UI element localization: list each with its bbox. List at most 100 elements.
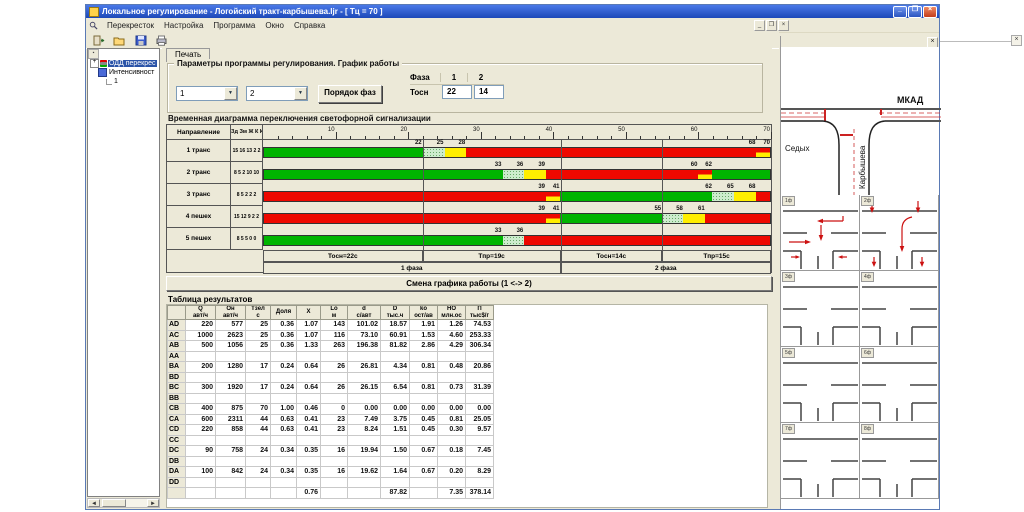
- ruler-tick-major: [626, 132, 627, 139]
- phase-order-button[interactable]: Порядок фаз: [318, 85, 382, 103]
- cell: [297, 477, 321, 488]
- cell: 1920: [216, 383, 246, 394]
- intersection-scheme: [781, 423, 860, 499]
- tosn-phase1-field[interactable]: 22: [442, 85, 472, 99]
- cell: 4.60: [438, 330, 466, 341]
- cell: 378.14: [466, 488, 494, 499]
- tosn-phase2-field[interactable]: 14: [474, 85, 504, 99]
- cell: 0.36: [271, 330, 297, 341]
- ruler-tick: [713, 136, 714, 139]
- cell: 220: [186, 320, 216, 331]
- cell: 4.34: [381, 362, 410, 373]
- mdi-minimize-icon[interactable]: _: [754, 20, 765, 31]
- tree-item-ОДД перекрес[interactable]: +ОДД перекрес: [88, 59, 159, 68]
- scroll-left-icon[interactable]: ◄: [88, 499, 100, 507]
- intensity-icon: [98, 68, 107, 77]
- intersection-scheme: [860, 271, 939, 347]
- cell: [321, 393, 348, 404]
- mdi-buttons: _ ❒ ×: [754, 20, 789, 31]
- cell: [410, 488, 438, 499]
- minimize-icon[interactable]: _: [893, 6, 907, 18]
- cell: 20.86: [466, 362, 494, 373]
- results-title: Таблица результатов: [168, 295, 252, 304]
- cell: 1.53: [410, 330, 438, 341]
- tree-scroll-icon[interactable]: ▪: [88, 49, 99, 59]
- cell: 0.45: [410, 414, 438, 425]
- swap-schedule-button[interactable]: Смена графика работы (1 <-> 2): [166, 276, 772, 291]
- cell: 0.41: [297, 414, 321, 425]
- cell: 17: [246, 383, 271, 394]
- mdi-close-icon[interactable]: ×: [778, 20, 789, 31]
- cell: [216, 393, 246, 404]
- time-mark: 39: [538, 162, 546, 168]
- cell: 0.34: [271, 446, 297, 457]
- cell: 17: [246, 362, 271, 373]
- maximize-icon[interactable]: ❒: [908, 6, 922, 18]
- ruler-tick: [350, 136, 351, 139]
- segment-green: [560, 192, 712, 201]
- menu-Окно[interactable]: Окно: [260, 20, 289, 31]
- intersection-scheme: [860, 423, 939, 499]
- cell: 400: [186, 404, 216, 415]
- outer-close-icon[interactable]: ×: [1011, 35, 1022, 46]
- program-combo-1[interactable]: 1▼: [176, 86, 238, 101]
- tree-horizontal-scrollbar[interactable]: ◄ ►: [87, 498, 160, 508]
- signal-bar-track: 3336396062: [263, 162, 771, 184]
- diagram-row: 1 транс15 16 13 2 22225286870: [167, 140, 771, 162]
- menu-Справка[interactable]: Справка: [289, 20, 330, 31]
- params-group-title: Параметры программы регулирования. Графи…: [174, 59, 402, 68]
- chevron-down-icon[interactable]: ▼: [294, 87, 307, 100]
- cell: [438, 372, 466, 383]
- cell: [186, 477, 216, 488]
- menu-Перекресток[interactable]: Перекресток: [102, 20, 159, 31]
- cell: 26.15: [348, 383, 381, 394]
- close-icon[interactable]: ×: [923, 6, 937, 18]
- phase-mini-table: Фаза 1 2 Тосн 22 14: [410, 70, 504, 99]
- cell: 500: [186, 341, 216, 352]
- segment-green-flash: [423, 148, 445, 157]
- cell: 0.67: [410, 467, 438, 478]
- open-folder-icon[interactable]: [110, 32, 129, 48]
- cell: 0.36: [271, 341, 297, 352]
- cell: 1.07: [297, 330, 321, 341]
- chevron-down-icon[interactable]: ▼: [224, 87, 237, 100]
- program-combo-2[interactable]: 2▼: [246, 86, 308, 101]
- menu-Программа[interactable]: Программа: [208, 20, 260, 31]
- cell: 1.00: [271, 404, 297, 415]
- cell: 25.05: [466, 414, 494, 425]
- tree-item-Интенсивност[interactable]: Интенсивност: [88, 68, 159, 77]
- phase-diagram-cell-2ф: 2ф: [860, 195, 939, 271]
- cell: [348, 393, 381, 404]
- cell: 16: [321, 467, 348, 478]
- segment-green-flash: [662, 214, 684, 223]
- direction-values: 15 12 9 2 2: [231, 206, 263, 228]
- scroll-right-icon[interactable]: ►: [147, 499, 159, 507]
- cell: [186, 435, 216, 446]
- exit-icon[interactable]: [89, 32, 108, 48]
- save-icon[interactable]: [131, 32, 150, 48]
- time-mark: 58: [676, 206, 684, 212]
- ruler-tick: [437, 136, 438, 139]
- cell: 300: [186, 383, 216, 394]
- expander-icon[interactable]: +: [90, 59, 99, 68]
- row-label: BB: [168, 393, 186, 404]
- cell: 60.91: [381, 330, 410, 341]
- print-icon[interactable]: [152, 32, 171, 48]
- window-body: ▪ +ОДД перекресИнтенсивност1 ◄ ► Печать …: [86, 48, 939, 509]
- cell: [271, 435, 297, 446]
- column-header-Q: Qавт/ч: [186, 306, 216, 320]
- time-mark: 41: [553, 184, 561, 190]
- cell: [186, 351, 216, 362]
- tact-cell: Тосн=14с: [561, 250, 663, 262]
- tree-item-1[interactable]: 1: [88, 77, 159, 86]
- cell: [186, 488, 216, 499]
- scrollbar-thumb[interactable]: [102, 499, 126, 507]
- cell: 0.35: [297, 446, 321, 457]
- menu-bar: ПерекрестокНастройкаПрограммаОкноСправка…: [86, 18, 939, 33]
- mdi-restore-icon[interactable]: ❒: [766, 20, 777, 31]
- menu-Настройка[interactable]: Настройка: [159, 20, 208, 31]
- segment-red: [264, 214, 546, 223]
- segment-red: [756, 192, 770, 201]
- phase-cell-tag: 7ф: [782, 424, 795, 434]
- cell: [271, 456, 297, 467]
